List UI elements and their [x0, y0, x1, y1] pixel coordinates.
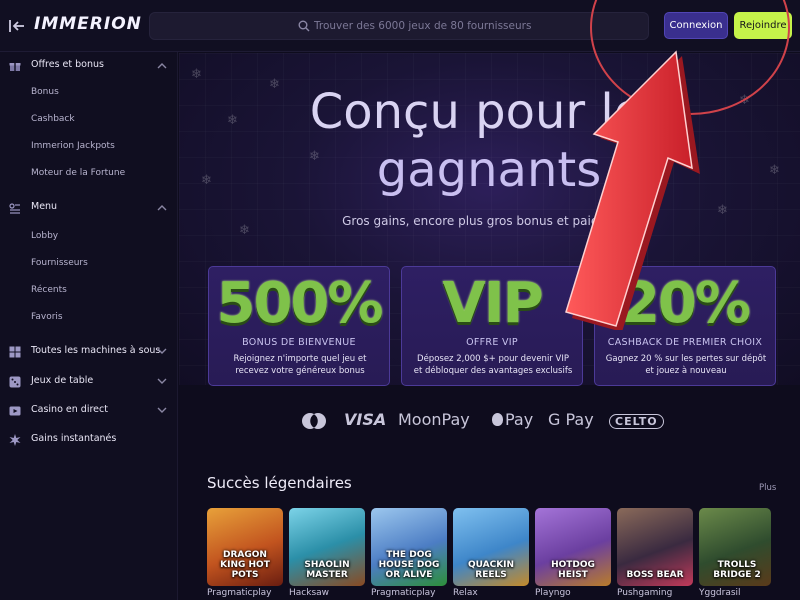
- apple-icon: [492, 413, 503, 426]
- join-button[interactable]: Rejoindre: [734, 12, 792, 39]
- top-bar: IMMERION Connexion Rejoindre: [0, 0, 800, 52]
- sidebar: Offres et bonus Bonus Cashback Immerion …: [0, 52, 178, 600]
- snowflake-icon: ❄: [769, 163, 780, 178]
- sidebar-item-cashback[interactable]: Cashback: [31, 114, 75, 124]
- promo-description: Gagnez 20 % sur les pertes sur dépôt et …: [605, 354, 767, 376]
- snowflake-icon: ❄: [191, 67, 202, 82]
- chevron-down-icon[interactable]: [157, 378, 167, 385]
- chevron-up-icon[interactable]: [157, 62, 167, 69]
- sidebar-section-label: Offres et bonus: [31, 59, 104, 70]
- sidebar-section-label: Toutes les machines à sous: [31, 345, 161, 356]
- game-card[interactable]: DRAGON KING HOT POTS: [207, 508, 283, 586]
- apple-pay-text: Pay: [505, 410, 534, 429]
- game-provider[interactable]: Yggdrasil: [699, 588, 741, 598]
- hero-subtitle: Gros gains, encore plus gros bonus et pa…: [342, 214, 636, 228]
- sidebar-section-live-casino[interactable]: Casino en direct: [0, 399, 178, 423]
- grid-icon: [9, 346, 21, 358]
- dice-icon: [9, 376, 21, 388]
- game-card[interactable]: QUACKIN REELS: [453, 508, 529, 586]
- search-bar[interactable]: [149, 12, 649, 40]
- moonpay-logo: MoonPay: [398, 410, 470, 429]
- game-provider[interactable]: Pushgaming: [617, 588, 672, 598]
- promo-title: BONUS DE BIENVENUE: [242, 337, 356, 348]
- game-title: TROLLS BRIDGE 2: [713, 560, 761, 580]
- chevron-up-icon[interactable]: [157, 204, 167, 211]
- sidebar-item-jackpots[interactable]: Immerion Jackpots: [31, 141, 115, 151]
- live-icon: [9, 406, 21, 416]
- promo-title: CASHBACK DE PREMIER CHOIX: [607, 337, 763, 348]
- sidebar-section-slots[interactable]: Toutes les machines à sous: [0, 340, 178, 364]
- sidebar-item-favorites[interactable]: Favoris: [31, 312, 63, 322]
- brand-logo[interactable]: IMMERION: [34, 14, 142, 34]
- game-title: HOTDOG HEIST: [551, 560, 595, 580]
- game-title: THE DOG HOUSE DOG OR ALIVE: [378, 550, 440, 580]
- game-card[interactable]: THE DOG HOUSE DOG OR ALIVE: [371, 508, 447, 586]
- visa-logo: VISA: [344, 410, 387, 429]
- snowflake-icon: ❄: [739, 93, 750, 108]
- sidebar-section-table-games[interactable]: Jeux de table: [0, 370, 178, 394]
- search-icon: [298, 20, 310, 32]
- sidebar-section-offers[interactable]: Offres et bonus: [0, 54, 178, 78]
- game-provider[interactable]: Pragmaticplay: [207, 588, 272, 598]
- section-title: Succès légendaires: [207, 474, 352, 492]
- collapse-sidebar-icon[interactable]: [8, 17, 26, 35]
- sidebar-section-menu[interactable]: Menu: [0, 196, 178, 220]
- gift-icon: [9, 63, 21, 71]
- promo-card-cashback[interactable]: 20% CASHBACK DE PREMIER CHOIX Gagnez 20 …: [594, 266, 776, 386]
- promo-description: Rejoignez n'importe quel jeu et recevez …: [233, 354, 367, 376]
- main-content: ❄ ❄ ❄ ❄ ❄ ❄ ❄ ❄ ❄ ❄ Conçu pour les gagna…: [179, 53, 800, 600]
- sidebar-item-providers[interactable]: Fournisseurs: [31, 258, 88, 268]
- promo-big-text: 500%: [216, 271, 383, 336]
- search-input[interactable]: [314, 13, 634, 39]
- chevron-down-icon[interactable]: [157, 348, 167, 355]
- sidebar-section-label: Casino en direct: [31, 404, 108, 415]
- sidebar-section-label: Jeux de table: [31, 375, 94, 386]
- payment-methods: VISA MoonPay Pay G Pay CELTO: [179, 408, 800, 432]
- game-card[interactable]: BOSS BEAR: [617, 508, 693, 586]
- game-provider[interactable]: Relax: [453, 588, 478, 598]
- game-title: SHAOLIN MASTER: [304, 560, 350, 580]
- promo-big-text: 20%: [620, 271, 751, 336]
- game-provider[interactable]: Playngo: [535, 588, 571, 598]
- sidebar-item-fortune[interactable]: Moteur de la Fortune: [31, 168, 125, 178]
- sidebar-item-recent[interactable]: Récents: [31, 285, 67, 295]
- game-title: QUACKIN REELS: [467, 560, 515, 580]
- login-button[interactable]: Connexion: [664, 12, 728, 39]
- mastercard-icon: [302, 413, 326, 429]
- promo-big-text: VIP: [442, 271, 543, 336]
- promo-card-welcome[interactable]: 500% BONUS DE BIENVENUE Rejoignez n'impo…: [208, 266, 390, 386]
- chevron-down-icon[interactable]: [157, 407, 167, 414]
- game-provider[interactable]: Pragmaticplay: [371, 588, 436, 598]
- sidebar-section-label: Menu: [31, 201, 58, 212]
- snowflake-icon: ❄: [201, 173, 212, 188]
- more-link[interactable]: Plus: [759, 483, 776, 493]
- celto-logo: CELTO: [609, 414, 664, 429]
- hero-title: Conçu pour les gagnants: [239, 83, 739, 199]
- sidebar-item-bonus[interactable]: Bonus: [31, 87, 59, 97]
- game-card[interactable]: HOTDOG HEIST: [535, 508, 611, 586]
- promo-description: Déposez 2,000 $+ pour devenir VIP et déb…: [413, 354, 573, 376]
- promo-card-vip[interactable]: VIP OFFRE VIP Déposez 2,000 $+ pour deve…: [401, 266, 583, 386]
- game-title: DRAGON KING HOT POTS: [220, 550, 270, 580]
- game-provider[interactable]: Hacksaw: [289, 588, 329, 598]
- sidebar-item-lobby[interactable]: Lobby: [31, 231, 58, 241]
- promo-title: OFFRE VIP: [466, 337, 518, 348]
- game-title: BOSS BEAR: [626, 570, 684, 580]
- google-pay-logo: G Pay: [548, 410, 594, 429]
- hero-banner: ❄ ❄ ❄ ❄ ❄ ❄ ❄ ❄ ❄ ❄ Conçu pour les gagna…: [179, 53, 800, 386]
- hero-title-line1: Conçu pour les: [309, 84, 669, 140]
- sidebar-section-label: Gains instantanés: [31, 433, 117, 444]
- sidebar-section-instant-wins[interactable]: Gains instantanés: [0, 428, 178, 452]
- snowflake-icon: ❄: [227, 113, 238, 128]
- menu-icon: [9, 203, 20, 214]
- game-card[interactable]: SHAOLIN MASTER: [289, 508, 365, 586]
- game-card[interactable]: TROLLS BRIDGE 2: [699, 508, 771, 586]
- burst-icon: [9, 434, 21, 446]
- hero-title-line2: gagnants: [376, 142, 602, 198]
- apple-pay-logo: Pay: [492, 410, 533, 429]
